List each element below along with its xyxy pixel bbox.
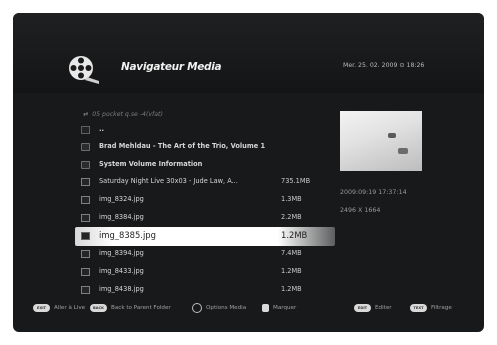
list-item-file[interactable]: Saturday Night Live 30x03 - Jude Law, A.… [75,173,335,191]
media-browser-screen: Navigateur Media Mer. 25. 02. 2009 ⊙ 18:… [13,13,484,332]
options-key-icon [192,303,202,313]
list-item-file[interactable]: img_8384.jpg 2.2MB [75,209,335,227]
file-name: img_8385.jpg [99,230,156,240]
list-item-file-selected[interactable]: img_8385.jpg 1.2MB [75,227,335,246]
mark-key-icon [262,304,269,312]
footer-label: Filtrage [431,305,452,311]
footer-label: Aller à Live [54,305,86,311]
back-key-icon: BACK [90,304,107,312]
video-file-icon [81,178,90,186]
filter-button[interactable]: TEXT Filtrage [410,302,452,314]
image-file-icon [81,214,90,222]
list-item-file[interactable]: img_8438.jpg 1.2MB [75,281,335,299]
image-file-icon [81,268,90,276]
footer-label: Editer [375,305,392,311]
list-item-folder[interactable]: System Volume Information [75,156,335,174]
list-item-file[interactable]: img_8394.jpg 7.4MB [75,245,335,263]
image-file-icon [81,250,90,258]
filter-key-icon: TEXT [410,304,427,312]
edit-key-icon: EDIT [354,304,371,312]
date-time-display: Mer. 25. 02. 2009 ⊙ 18:26 [343,62,425,69]
file-name: img_8324.jpg [99,195,144,203]
path-label: 05 pocket q.se -4(vfat) [92,111,163,118]
footer-label: Options Media [206,305,247,311]
image-file-icon [81,232,90,240]
list-item-file[interactable]: img_8433.jpg 1.2MB [75,263,335,281]
file-size: 1.3MB [281,195,302,203]
film-reel-icon [69,56,99,84]
file-size: 2.2MB [281,213,302,221]
edit-button[interactable]: EDIT Editer [354,302,392,314]
footer-label: Marquer [273,305,297,311]
list-item-folder[interactable]: Brad Mehldau - The Art of the Trio, Volu… [75,138,335,156]
file-size: 1.2MB [281,267,302,275]
media-options-button[interactable]: Options Media [192,302,246,314]
exit-key-icon: EXIT [33,304,50,312]
file-name: .. [99,125,105,133]
file-name: img_8433.jpg [99,267,144,275]
list-item-file[interactable]: img_8324.jpg 1.3MB [75,191,335,209]
folder-icon [81,143,90,151]
current-path: ⇄ 05 pocket q.se -4(vfat) [83,111,163,118]
list-item-parent[interactable]: .. [75,121,335,139]
image-preview [340,111,422,171]
file-size: 1.2MB [281,285,302,293]
image-file-icon [81,286,90,294]
go-to-live-button[interactable]: EXIT Aller à Live [33,302,85,314]
footer-bar: EXIT Aller à Live BACK Back to Parent Fo… [13,302,484,316]
file-size: 735.1MB [281,177,311,185]
file-name: img_8394.jpg [99,249,144,257]
parent-folder-icon [81,126,90,134]
app-title: Navigateur Media [121,61,222,73]
file-name: img_8384.jpg [99,213,144,221]
folder-icon [81,161,90,169]
file-size: 7.4MB [281,249,302,257]
usb-icon: ⇄ [83,111,89,118]
back-to-parent-button[interactable]: BACK Back to Parent Folder [90,302,171,314]
image-file-icon [81,196,90,204]
file-name: Saturday Night Live 30x03 - Jude Law, A.… [99,177,238,185]
photo-date: 2009:09:19 17:37:14 [340,189,407,196]
footer-label: Back to Parent Folder [111,305,171,311]
preview-detail [398,148,408,154]
preview-detail [388,133,396,138]
photo-resolution: 2496 X 1664 [340,207,381,214]
mark-button[interactable]: Marquer [262,302,296,314]
file-size: 1.2MB [281,230,308,240]
file-name: img_8438.jpg [99,285,144,293]
file-name: Brad Mehldau - The Art of the Trio, Volu… [99,142,266,150]
file-name: System Volume Information [99,160,203,168]
header: Navigateur Media Mer. 25. 02. 2009 ⊙ 18:… [13,13,484,93]
